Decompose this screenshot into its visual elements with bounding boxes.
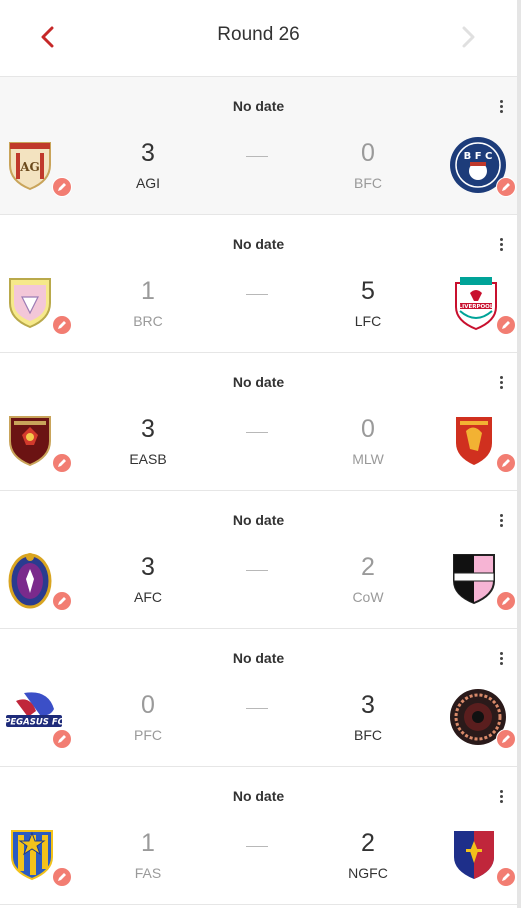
home-team-abbr: AFC: [134, 589, 162, 605]
svg-text:B F C: B F C: [464, 151, 493, 162]
edit-icon[interactable]: [496, 591, 516, 611]
away-team-logo[interactable]: [448, 411, 516, 473]
home-team-logo[interactable]: AG: [4, 135, 72, 197]
round-title: Round 26: [217, 24, 300, 45]
more-options-icon[interactable]: [492, 235, 510, 253]
score-separator: [246, 708, 268, 709]
away-team-logo[interactable]: [448, 687, 516, 749]
score-separator: [246, 294, 268, 295]
agi-crest-logo: AG: [9, 142, 51, 191]
svg-text:AG: AG: [19, 160, 40, 174]
score-separator: [246, 570, 268, 571]
round-fixtures-screen: Round 26 No date AG 3 AGI 0 BFC B F C No…: [0, 0, 521, 908]
match-date: No date: [232, 236, 285, 252]
edit-icon[interactable]: [496, 453, 516, 473]
home-team-abbr: PFC: [134, 727, 162, 743]
away-score: 0: [361, 415, 375, 443]
away-team-abbr: BFC: [354, 175, 382, 191]
home-score: 3: [141, 553, 155, 581]
more-options-icon[interactable]: [492, 373, 510, 391]
match-row[interactable]: No date 3 AFC 2 CoW: [0, 491, 517, 629]
away-team-abbr: MLW: [352, 451, 384, 467]
edit-icon[interactable]: [52, 591, 72, 611]
away-team-logo[interactable]: [448, 825, 516, 887]
match-row[interactable]: No date 1 FAS 2 NGFC: [0, 767, 517, 905]
home-team-logo[interactable]: PEGASUS FC: [4, 687, 72, 749]
next-round-button[interactable]: [453, 22, 483, 52]
svg-text:LIVERPOOL: LIVERPOOL: [459, 304, 494, 310]
home-team-abbr: BRC: [133, 313, 163, 329]
more-options-icon[interactable]: [492, 787, 510, 805]
home-score: 3: [141, 415, 155, 443]
away-score: 3: [361, 691, 375, 719]
home-score: 0: [141, 691, 155, 719]
easb-crest-logo: [9, 416, 51, 467]
match-row[interactable]: No date AG 3 AGI 0 BFC B F C: [0, 77, 517, 215]
match-row[interactable]: No date 1 BRC 5 LFC LIVERPOOL: [0, 215, 517, 353]
away-team-logo[interactable]: [448, 549, 516, 611]
ngfc-shield-logo: [454, 831, 494, 879]
edit-icon[interactable]: [52, 177, 72, 197]
svg-text:PEGASUS FC: PEGASUS FC: [4, 718, 64, 728]
home-team-logo[interactable]: [4, 411, 72, 473]
home-team-logo[interactable]: [4, 549, 72, 611]
more-options-icon[interactable]: [492, 97, 510, 115]
afc-crest-logo: [8, 553, 52, 609]
match-date: No date: [232, 374, 285, 390]
edit-icon[interactable]: [52, 867, 72, 887]
away-team-abbr: LFC: [354, 313, 382, 329]
away-team-logo[interactable]: B F C: [448, 135, 516, 197]
score-separator: [246, 156, 268, 157]
away-team-abbr: NGFC: [348, 865, 388, 881]
score-separator: [246, 846, 268, 847]
brc-crest-logo: [9, 278, 51, 329]
home-team-logo[interactable]: [4, 273, 72, 335]
home-team-abbr: EASB: [129, 451, 167, 467]
chevron-right-icon: [462, 26, 475, 48]
cow-crest-logo: [453, 554, 495, 605]
home-score: 3: [141, 139, 155, 167]
match-row[interactable]: No date 3 EASB 0 MLW: [0, 353, 517, 491]
edit-icon[interactable]: [496, 177, 516, 197]
mlw-crest-logo: [456, 417, 492, 465]
away-score: 2: [361, 553, 375, 581]
match-date: No date: [232, 98, 285, 114]
match-date: No date: [232, 788, 285, 804]
edit-icon[interactable]: [52, 729, 72, 749]
away-score: 2: [361, 829, 375, 857]
home-team-abbr: FAS: [134, 865, 162, 881]
home-score: 1: [141, 277, 155, 305]
more-options-icon[interactable]: [492, 511, 510, 529]
match-row[interactable]: No date PEGASUS FC 0 PFC 3 BFC: [0, 629, 517, 767]
score-separator: [246, 432, 268, 433]
edit-icon[interactable]: [52, 453, 72, 473]
away-score: 0: [361, 139, 375, 167]
match-date: No date: [232, 512, 285, 528]
edit-icon[interactable]: [496, 315, 516, 335]
more-options-icon[interactable]: [492, 649, 510, 667]
away-team-abbr: CoW: [352, 589, 384, 605]
match-date: No date: [232, 650, 285, 666]
home-team-abbr: AGI: [135, 175, 161, 191]
away-team-logo[interactable]: LIVERPOOL: [448, 273, 516, 335]
edit-icon[interactable]: [52, 315, 72, 335]
home-team-logo[interactable]: [4, 825, 72, 887]
home-score: 1: [141, 829, 155, 857]
away-team-abbr: BFC: [354, 727, 382, 743]
edit-icon[interactable]: [496, 729, 516, 749]
edit-icon[interactable]: [496, 867, 516, 887]
round-header: Round 26: [0, 0, 517, 77]
away-score: 5: [361, 277, 375, 305]
